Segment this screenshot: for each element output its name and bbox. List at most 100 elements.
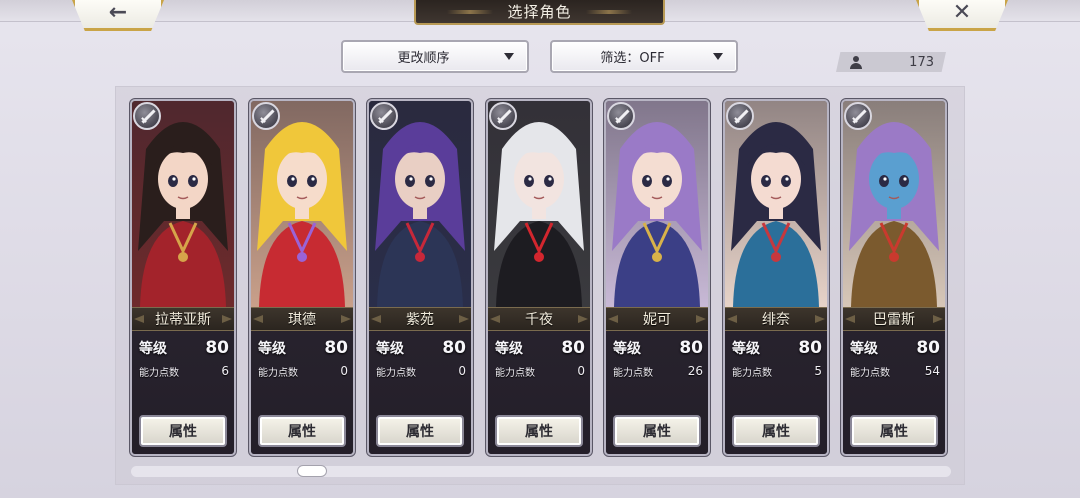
- close-button[interactable]: ✕: [916, 0, 1008, 31]
- page-title: 选择角色: [507, 3, 572, 21]
- level-label: 等级: [376, 341, 404, 357]
- level-row: 等级 80: [495, 337, 585, 359]
- level-value: 80: [916, 338, 940, 358]
- character-name: 紫苑: [406, 312, 434, 328]
- close-icon: ✕: [952, 0, 972, 25]
- sword-icon: [844, 102, 872, 130]
- ability-points-label: 能力点数: [850, 367, 890, 379]
- character-info: 巴雷斯 等级 80 能力点数 54 属性: [843, 307, 945, 454]
- level-label: 等级: [495, 341, 523, 357]
- level-label: 等级: [139, 341, 167, 357]
- character-portrait: [488, 101, 590, 307]
- attributes-button[interactable]: 属性: [139, 415, 227, 447]
- ability-points-label: 能力点数: [139, 367, 179, 379]
- level-row: 等级 80: [376, 337, 466, 359]
- ability-points-value: 54: [924, 364, 940, 378]
- character-name: 拉蒂亚斯: [155, 312, 211, 328]
- sword-icon: [489, 102, 517, 130]
- character-card[interactable]: 妮可 等级 80 能力点数 26 属性: [604, 99, 710, 456]
- character-info: 琪德 等级 80 能力点数 0 属性: [251, 307, 353, 454]
- character-card[interactable]: 巴雷斯 等级 80 能力点数 54 属性: [841, 99, 947, 456]
- horizontal-scrollbar[interactable]: [131, 466, 951, 477]
- character-portrait: [369, 101, 471, 307]
- character-info: 妮可 等级 80 能力点数 26 属性: [606, 307, 708, 454]
- level-label: 等级: [613, 341, 641, 357]
- character-card[interactable]: 千夜 等级 80 能力点数 0 属性: [486, 99, 592, 456]
- sword-icon: [726, 102, 754, 130]
- character-info: 千夜 等级 80 能力点数 0 属性: [488, 307, 590, 454]
- name-banner: 妮可: [606, 307, 708, 331]
- ability-points-value: 0: [458, 364, 466, 378]
- title-ornament-right: [585, 9, 632, 14]
- character-card[interactable]: 拉蒂亚斯 等级 80 能力点数 6 属性: [130, 99, 236, 456]
- character-portrait: [132, 101, 234, 307]
- character-name: 妮可: [643, 312, 671, 328]
- filter-label: 筛选：OFF: [600, 51, 665, 66]
- ability-points-row: 能力点数 5: [732, 363, 822, 379]
- level-value: 80: [679, 338, 703, 358]
- level-row: 等级 80: [258, 337, 348, 359]
- character-info: 拉蒂亚斯 等级 80 能力点数 6 属性: [132, 307, 234, 454]
- character-portrait: [606, 101, 708, 307]
- attributes-button[interactable]: 属性: [850, 415, 938, 447]
- ability-points-value: 5: [814, 364, 822, 378]
- attributes-button[interactable]: 属性: [495, 415, 583, 447]
- ability-points-row: 能力点数 0: [376, 363, 466, 379]
- sort-order-label: 更改顺序: [397, 51, 450, 66]
- attributes-button[interactable]: 属性: [258, 415, 346, 447]
- level-value: 80: [442, 338, 466, 358]
- filter-dropdown[interactable]: 筛选：OFF: [550, 40, 738, 73]
- character-count-value: 173: [909, 54, 934, 70]
- character-portrait: [251, 101, 353, 307]
- character-name: 千夜: [525, 312, 553, 328]
- sort-order-dropdown[interactable]: 更改顺序: [341, 40, 529, 73]
- ability-points-row: 能力点数 54: [850, 363, 940, 379]
- level-label: 等级: [732, 341, 760, 357]
- title-plate: 选择角色: [414, 0, 665, 25]
- ability-points-label: 能力点数: [258, 367, 298, 379]
- name-banner: 巴雷斯: [843, 307, 945, 331]
- name-banner: 紫苑: [369, 307, 471, 331]
- ability-points-value: 0: [577, 364, 585, 378]
- sword-icon: [252, 102, 280, 130]
- back-button[interactable]: ←: [72, 0, 164, 31]
- title-ornament-left: [447, 9, 494, 14]
- ability-points-label: 能力点数: [613, 367, 653, 379]
- character-count: 173: [836, 52, 946, 72]
- level-label: 等级: [258, 341, 286, 357]
- ability-points-value: 0: [340, 364, 348, 378]
- character-name: 绯奈: [762, 312, 790, 328]
- level-label: 等级: [850, 341, 878, 357]
- character-name: 巴雷斯: [873, 312, 915, 328]
- ability-points-row: 能力点数 26: [613, 363, 703, 379]
- chevron-down-icon: [504, 53, 514, 60]
- character-card[interactable]: 紫苑 等级 80 能力点数 0 属性: [367, 99, 473, 456]
- attributes-button[interactable]: 属性: [613, 415, 701, 447]
- sword-icon: [370, 102, 398, 130]
- character-name: 琪德: [288, 312, 316, 328]
- character-card[interactable]: 琪德 等级 80 能力点数 0 属性: [249, 99, 355, 456]
- attributes-button[interactable]: 属性: [376, 415, 464, 447]
- level-value: 80: [798, 338, 822, 358]
- level-row: 等级 80: [850, 337, 940, 359]
- level-value: 80: [324, 338, 348, 358]
- ability-points-row: 能力点数 6: [139, 363, 229, 379]
- character-info: 绯奈 等级 80 能力点数 5 属性: [725, 307, 827, 454]
- level-row: 等级 80: [613, 337, 703, 359]
- user-icon: [850, 55, 862, 69]
- character-portrait: [725, 101, 827, 307]
- sword-icon: [133, 102, 161, 130]
- scrollbar-thumb[interactable]: [297, 465, 327, 477]
- name-banner: 拉蒂亚斯: [132, 307, 234, 331]
- character-card[interactable]: 绯奈 等级 80 能力点数 5 属性: [723, 99, 829, 456]
- level-row: 等级 80: [139, 337, 229, 359]
- ability-points-value: 26: [687, 364, 703, 378]
- chevron-down-icon: [713, 53, 723, 60]
- name-banner: 绯奈: [725, 307, 827, 331]
- ability-points-label: 能力点数: [732, 367, 772, 379]
- ability-points-value: 6: [221, 364, 229, 378]
- ability-points-row: 能力点数 0: [258, 363, 348, 379]
- ability-points-label: 能力点数: [376, 367, 416, 379]
- attributes-button[interactable]: 属性: [732, 415, 820, 447]
- level-row: 等级 80: [732, 337, 822, 359]
